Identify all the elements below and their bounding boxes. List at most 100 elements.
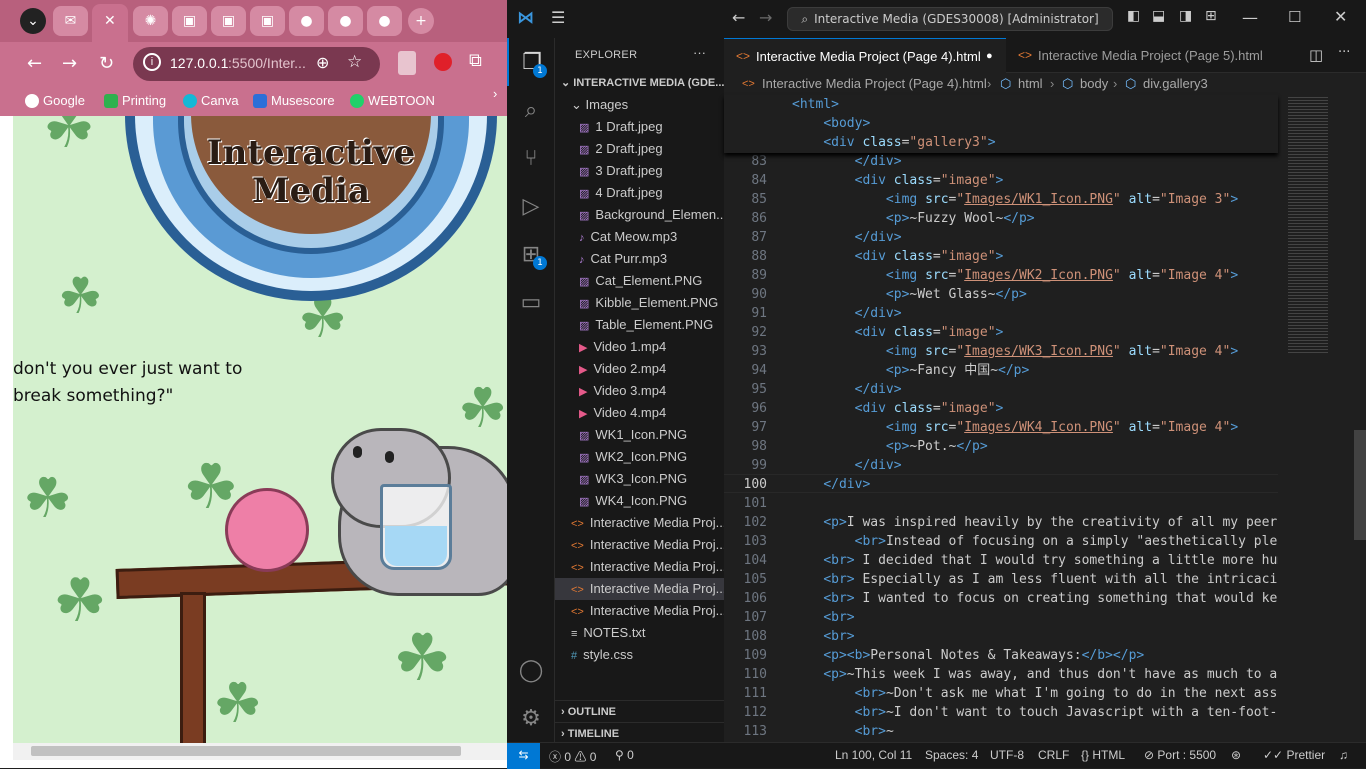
minimize-icon[interactable]: — (1242, 8, 1258, 27)
outline-section[interactable]: › OUTLINE (555, 700, 724, 722)
tab-close-icon[interactable]: ✕ (104, 13, 116, 29)
extensions-icon[interactable]: ⊞ 1 (507, 230, 555, 278)
explorer-icon[interactable]: ❐ 1 (507, 38, 555, 86)
code-line[interactable]: <p>~Wet Glass~</p> (792, 285, 1278, 304)
more-actions-icon[interactable]: ··· (1338, 45, 1350, 60)
yarn-ball[interactable] (225, 488, 309, 572)
bookmark-musescore[interactable]: Musescore (253, 93, 335, 108)
minimap[interactable] (1282, 95, 1366, 742)
language-mode[interactable]: {} HTML (1081, 748, 1125, 762)
code-line[interactable]: <img src="Images/WK3_Icon.PNG" alt="Imag… (792, 342, 1278, 361)
code-line[interactable]: <div class="image"> (792, 247, 1278, 266)
code-line[interactable]: <p>~This week I was away, and thus don't… (792, 665, 1278, 684)
bookmarks-overflow-icon[interactable]: › (493, 86, 497, 101)
code-line[interactable]: <br> Especially as I am less fluent with… (792, 570, 1278, 589)
extension-icon[interactable] (434, 53, 452, 71)
prettier-indicator[interactable]: ✓✓ Prettier (1263, 748, 1325, 762)
code-line[interactable]: </div> (792, 228, 1278, 247)
file-audio[interactable]: ♪ Cat Purr.mp3 (555, 248, 724, 270)
notifications-bell-icon[interactable]: ♫ (1339, 748, 1348, 762)
university-tab-icon[interactable]: ▣ (250, 6, 285, 36)
file-img[interactable]: ▨ WK4_Icon.PNG (555, 490, 724, 512)
code-line[interactable]: </div> (792, 304, 1278, 323)
github-tab-icon[interactable]: ● (367, 6, 402, 36)
gmail-tab-icon[interactable]: ✉ (53, 6, 88, 36)
toggle-sidebar-icon[interactable]: ◧ (1127, 8, 1140, 24)
file-html[interactable]: <> Interactive Media Proj... (555, 578, 724, 600)
cursor-position[interactable]: Ln 100, Col 11 (835, 748, 912, 762)
split-editor-icon[interactable]: ◫ (1309, 46, 1323, 64)
file-audio[interactable]: ♪ Cat Meow.mp3 (555, 226, 724, 248)
bookmark-printing[interactable]: Printing (104, 93, 166, 108)
code-line[interactable]: </div> (792, 475, 1278, 494)
back-icon[interactable]: ← (732, 8, 745, 27)
file-html[interactable]: <> Interactive Media Proj... (555, 534, 724, 556)
github-tab-icon[interactable]: ● (289, 6, 324, 36)
more-actions-icon[interactable]: ··· (693, 45, 706, 60)
file-img[interactable]: ▨ Cat_Element.PNG (555, 270, 724, 292)
code-line[interactable]: <br>Instead of focusing on a simply "aes… (792, 532, 1278, 551)
file-img[interactable]: ▨ Table_Element.PNG (555, 314, 724, 336)
customize-layout-icon[interactable]: ⊞ (1205, 8, 1217, 24)
encoding[interactable]: UTF-8 (990, 748, 1024, 762)
breadcrumb-html[interactable]: html (1018, 73, 1043, 95)
code-line[interactable]: <br> I decided that I would try somethin… (792, 551, 1278, 570)
toggle-secondary-sidebar-icon[interactable]: ◨ (1179, 8, 1192, 24)
code-line[interactable]: <html> (792, 95, 1278, 114)
code-line[interactable]: <div class="image"> (792, 323, 1278, 342)
chatgpt-tab-icon[interactable]: ✺ (133, 6, 168, 36)
code-line[interactable]: <br> (792, 627, 1278, 646)
new-tab-icon[interactable]: + (408, 8, 434, 34)
file-video[interactable]: ▶ Video 1.mp4 (555, 336, 724, 358)
file-html[interactable]: <> Interactive Media Proj... (555, 556, 724, 578)
tab-page4[interactable]: <> Interactive Media Project (Page 4).ht… (724, 38, 1006, 73)
file-html[interactable]: <> Interactive Media Proj... (555, 600, 724, 622)
code-line[interactable]: <br> I wanted to focus on creating somet… (792, 589, 1278, 608)
code-line[interactable]: <br>~I don't want to touch Javascript wi… (792, 703, 1278, 722)
university-tab-icon[interactable]: ▣ (211, 6, 246, 36)
line-endings[interactable]: CRLF (1038, 748, 1069, 762)
bookmark-star-icon[interactable]: ☆ (347, 52, 362, 72)
search-icon[interactable]: ⌕ (507, 86, 555, 134)
file-css[interactable]: # style.css (555, 644, 724, 666)
file-img[interactable]: ▨ WK1_Icon.PNG (555, 424, 724, 446)
code-line[interactable]: <p>~Fancy 中国~</p> (792, 361, 1278, 380)
code-line[interactable]: </div> (792, 380, 1278, 399)
file-video[interactable]: ▶ Video 3.mp4 (555, 380, 724, 402)
copilot-icon[interactable]: ⊛ (1231, 748, 1241, 762)
code-line[interactable]: <p>I was inspired heavily by the creativ… (792, 513, 1278, 532)
zoom-icon[interactable]: ⊕ (316, 53, 329, 73)
maximize-icon[interactable]: ☐ (1288, 8, 1301, 26)
code-line[interactable]: <div class="gallery3"> (792, 133, 1278, 152)
remote-explorer-icon[interactable]: ▭ (507, 278, 555, 326)
file-video[interactable]: ▶ Video 4.mp4 (555, 402, 724, 424)
back-icon[interactable]: ← (27, 53, 42, 74)
close-icon[interactable]: ✕ (1334, 7, 1347, 26)
remote-indicator-icon[interactable]: ⇆ (507, 743, 540, 769)
command-center[interactable]: ⌕ Interactive Media (GDES30008) [Adminis… (787, 7, 1113, 31)
reload-icon[interactable]: ↻ (99, 53, 114, 74)
folder-images[interactable]: ⌄ Images (555, 94, 724, 116)
file-img[interactable]: ▨ 1 Draft.jpeg (555, 116, 724, 138)
bookmark-canva[interactable]: Canva (183, 93, 239, 108)
file-html[interactable]: <> Interactive Media Proj... (555, 512, 724, 534)
source-control-icon[interactable]: ⑂ (507, 134, 555, 182)
file-img[interactable]: ▨ 2 Draft.jpeg (555, 138, 724, 160)
timeline-section[interactable]: › TIMELINE (555, 722, 724, 742)
bookmark-google[interactable]: Google (25, 93, 85, 108)
live-server-port[interactable]: ⊘ Port : 5500 (1144, 748, 1216, 762)
forward-icon[interactable]: → (62, 53, 77, 74)
ports-indicator[interactable]: ⚲ 0 (615, 748, 634, 762)
manage-gear-icon[interactable]: ⚙ (507, 694, 555, 742)
problems-indicator[interactable]: ⓧ 0 ⚠ 0 (549, 748, 596, 765)
code-line[interactable]: <div class="image"> (792, 171, 1278, 190)
code-line[interactable]: <img src="Images/WK2_Icon.PNG" alt="Imag… (792, 266, 1278, 285)
code-line[interactable]: <p><b>Personal Notes & Takeaways:</b></p… (792, 646, 1278, 665)
menu-icon[interactable]: ☰ (551, 8, 565, 27)
site-info-icon[interactable]: i (143, 53, 161, 71)
file-img[interactable]: ▨ Background_Elemen... (555, 204, 724, 226)
scrollbar-thumb[interactable] (31, 746, 461, 756)
file-img[interactable]: ▨ 4 Draft.jpeg (555, 182, 724, 204)
forward-icon[interactable]: → (759, 8, 772, 27)
github-tab-icon[interactable]: ● (328, 6, 363, 36)
